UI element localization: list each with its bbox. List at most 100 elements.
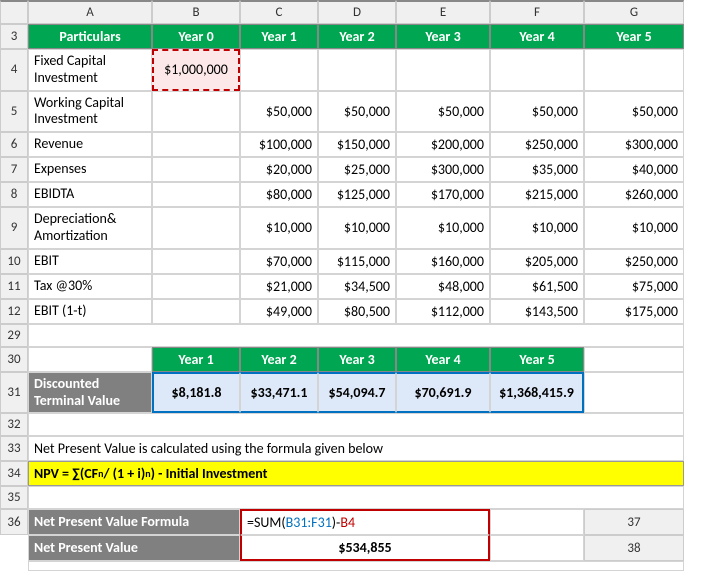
label-npvf[interactable]: Net Present Value Formula — [28, 509, 240, 535]
row-38-blank[interactable] — [28, 561, 684, 571]
cell-tax-B[interactable] — [152, 274, 240, 299]
cell-ebit-F[interactable]: $205,000 — [490, 249, 584, 274]
cell-exp-E[interactable]: $300,000 — [396, 157, 490, 182]
row-33[interactable]: 33 — [0, 436, 28, 461]
row-5[interactable]: 5 — [0, 91, 28, 133]
cell-ebit-C[interactable]: $70,000 — [240, 249, 318, 274]
row-32[interactable]: 32 — [0, 413, 28, 436]
cell-ebit1t-E[interactable]: $112,000 — [396, 299, 490, 324]
cell-da-G[interactable]: $10,000 — [584, 207, 684, 249]
row-4[interactable]: 4 — [0, 49, 28, 91]
cell-da-D[interactable]: $10,000 — [318, 207, 396, 249]
cell-37-G[interactable] — [490, 535, 584, 561]
cell-dtv-y2[interactable]: $33,471.1 — [240, 372, 318, 414]
cell-ebit1t-F[interactable]: $143,500 — [490, 299, 584, 324]
row-29[interactable]: 29 — [0, 324, 28, 347]
cell-fci-G[interactable] — [584, 49, 684, 91]
cell-rev-C[interactable]: $100,000 — [240, 132, 318, 157]
label-wci[interactable]: Working Capital Investment — [28, 91, 152, 133]
cell-dtv-y1[interactable]: $8,181.8 — [152, 372, 240, 414]
cell-da-E[interactable]: $10,000 — [396, 207, 490, 249]
col-C[interactable]: C — [240, 0, 318, 24]
cell-wci-C[interactable]: $50,000 — [240, 91, 318, 133]
cell-tax-C[interactable]: $21,000 — [240, 274, 318, 299]
label-npv[interactable]: Net Present Value — [28, 535, 240, 561]
cell-ebidta-G[interactable]: $260,000 — [584, 182, 684, 207]
col-A[interactable]: A — [28, 0, 152, 24]
row-8[interactable]: 8 — [0, 182, 28, 207]
cell-exp-B[interactable] — [152, 157, 240, 182]
cell-ebidta-E[interactable]: $170,000 — [396, 182, 490, 207]
cell-exp-C[interactable]: $20,000 — [240, 157, 318, 182]
cell-rev-E[interactable]: $200,000 — [396, 132, 490, 157]
row-35-blank[interactable] — [28, 486, 684, 509]
cell-fci-F[interactable] — [490, 49, 584, 91]
row-29-blank[interactable] — [28, 324, 684, 347]
row-10[interactable]: 10 — [0, 249, 28, 274]
cell-ebidta-D[interactable]: $125,000 — [318, 182, 396, 207]
row-32-blank[interactable] — [28, 413, 684, 436]
note-npv[interactable]: Net Present Value is calculated using th… — [28, 436, 684, 461]
label-ebit[interactable]: EBIT — [28, 249, 152, 274]
corner-cell[interactable] — [0, 0, 28, 24]
cell-ebit-E[interactable]: $160,000 — [396, 249, 490, 274]
row-3[interactable]: 3 — [0, 24, 28, 49]
cell-wci-D[interactable]: $50,000 — [318, 91, 396, 133]
cell-30-A[interactable] — [28, 347, 152, 372]
cell-dtv-y3[interactable]: $54,094.7 — [318, 372, 396, 414]
row-34[interactable]: 34 — [0, 461, 28, 486]
cell-exp-G[interactable]: $40,000 — [584, 157, 684, 182]
col-E[interactable]: E — [396, 0, 490, 24]
row-7[interactable]: 7 — [0, 157, 28, 182]
cell-fci-D[interactable] — [318, 49, 396, 91]
hdr2-y3[interactable]: Year 3 — [318, 347, 396, 372]
cell-npvf-formula[interactable]: =SUM(B31:F31)-B4 — [240, 509, 490, 535]
hdr-y4[interactable]: Year 4 — [490, 24, 584, 49]
row-11[interactable]: 11 — [0, 274, 28, 299]
cell-npv-value[interactable]: $534,855 — [240, 535, 490, 561]
row-31[interactable]: 31 — [0, 372, 28, 414]
label-dtv[interactable]: Discounted Terminal Value — [28, 372, 152, 414]
label-fci[interactable]: Fixed Capital Investment — [28, 49, 152, 91]
hdr-y3[interactable]: Year 3 — [396, 24, 490, 49]
cell-dtv-y4[interactable]: $70,691.9 — [396, 372, 490, 414]
row-36[interactable]: 36 — [0, 509, 28, 535]
hdr-y1[interactable]: Year 1 — [240, 24, 318, 49]
cell-ebit-G[interactable]: $250,000 — [584, 249, 684, 274]
cell-ebit1t-D[interactable]: $80,500 — [318, 299, 396, 324]
row-35[interactable]: 35 — [0, 486, 28, 509]
cell-tax-F[interactable]: $61,500 — [490, 274, 584, 299]
col-G[interactable]: G — [584, 0, 684, 24]
cell-da-C[interactable]: $10,000 — [240, 207, 318, 249]
cell-ebidta-B[interactable] — [152, 182, 240, 207]
hdr2-y2[interactable]: Year 2 — [240, 347, 318, 372]
cell-ebit-D[interactable]: $115,000 — [318, 249, 396, 274]
cell-da-B[interactable] — [152, 207, 240, 249]
cell-exp-D[interactable]: $25,000 — [318, 157, 396, 182]
cell-wci-B[interactable] — [152, 91, 240, 133]
cell-36-G[interactable] — [490, 509, 584, 535]
npv-formula-text[interactable]: NPV = ∑(CFn / (1 + i)n) - Initial Invest… — [28, 461, 684, 486]
label-da[interactable]: Depreciation& Amortization — [28, 207, 152, 249]
row-38[interactable]: 38 — [584, 535, 684, 561]
cell-dtv-y5[interactable]: $1,368,415.9 — [490, 372, 584, 414]
cell-exp-F[interactable]: $35,000 — [490, 157, 584, 182]
row-6[interactable]: 6 — [0, 132, 28, 157]
cell-wci-F[interactable]: $50,000 — [490, 91, 584, 133]
cell-wci-E[interactable]: $50,000 — [396, 91, 490, 133]
label-rev[interactable]: Revenue — [28, 132, 152, 157]
hdr-y0[interactable]: Year 0 — [152, 24, 240, 49]
cell-rev-G[interactable]: $300,000 — [584, 132, 684, 157]
hdr2-y1[interactable]: Year 1 — [152, 347, 240, 372]
cell-rev-D[interactable]: $150,000 — [318, 132, 396, 157]
col-F[interactable]: F — [490, 0, 584, 24]
cell-ebit1t-C[interactable]: $49,000 — [240, 299, 318, 324]
cell-fci-C[interactable] — [240, 49, 318, 91]
cell-30-G[interactable] — [584, 347, 684, 372]
cell-ebidta-F[interactable]: $215,000 — [490, 182, 584, 207]
label-ebit1t[interactable]: EBIT (1-t) — [28, 299, 152, 324]
cell-31-G[interactable] — [584, 372, 684, 414]
cell-fci-E[interactable] — [396, 49, 490, 91]
col-D[interactable]: D — [318, 0, 396, 24]
cell-ebidta-C[interactable]: $80,000 — [240, 182, 318, 207]
